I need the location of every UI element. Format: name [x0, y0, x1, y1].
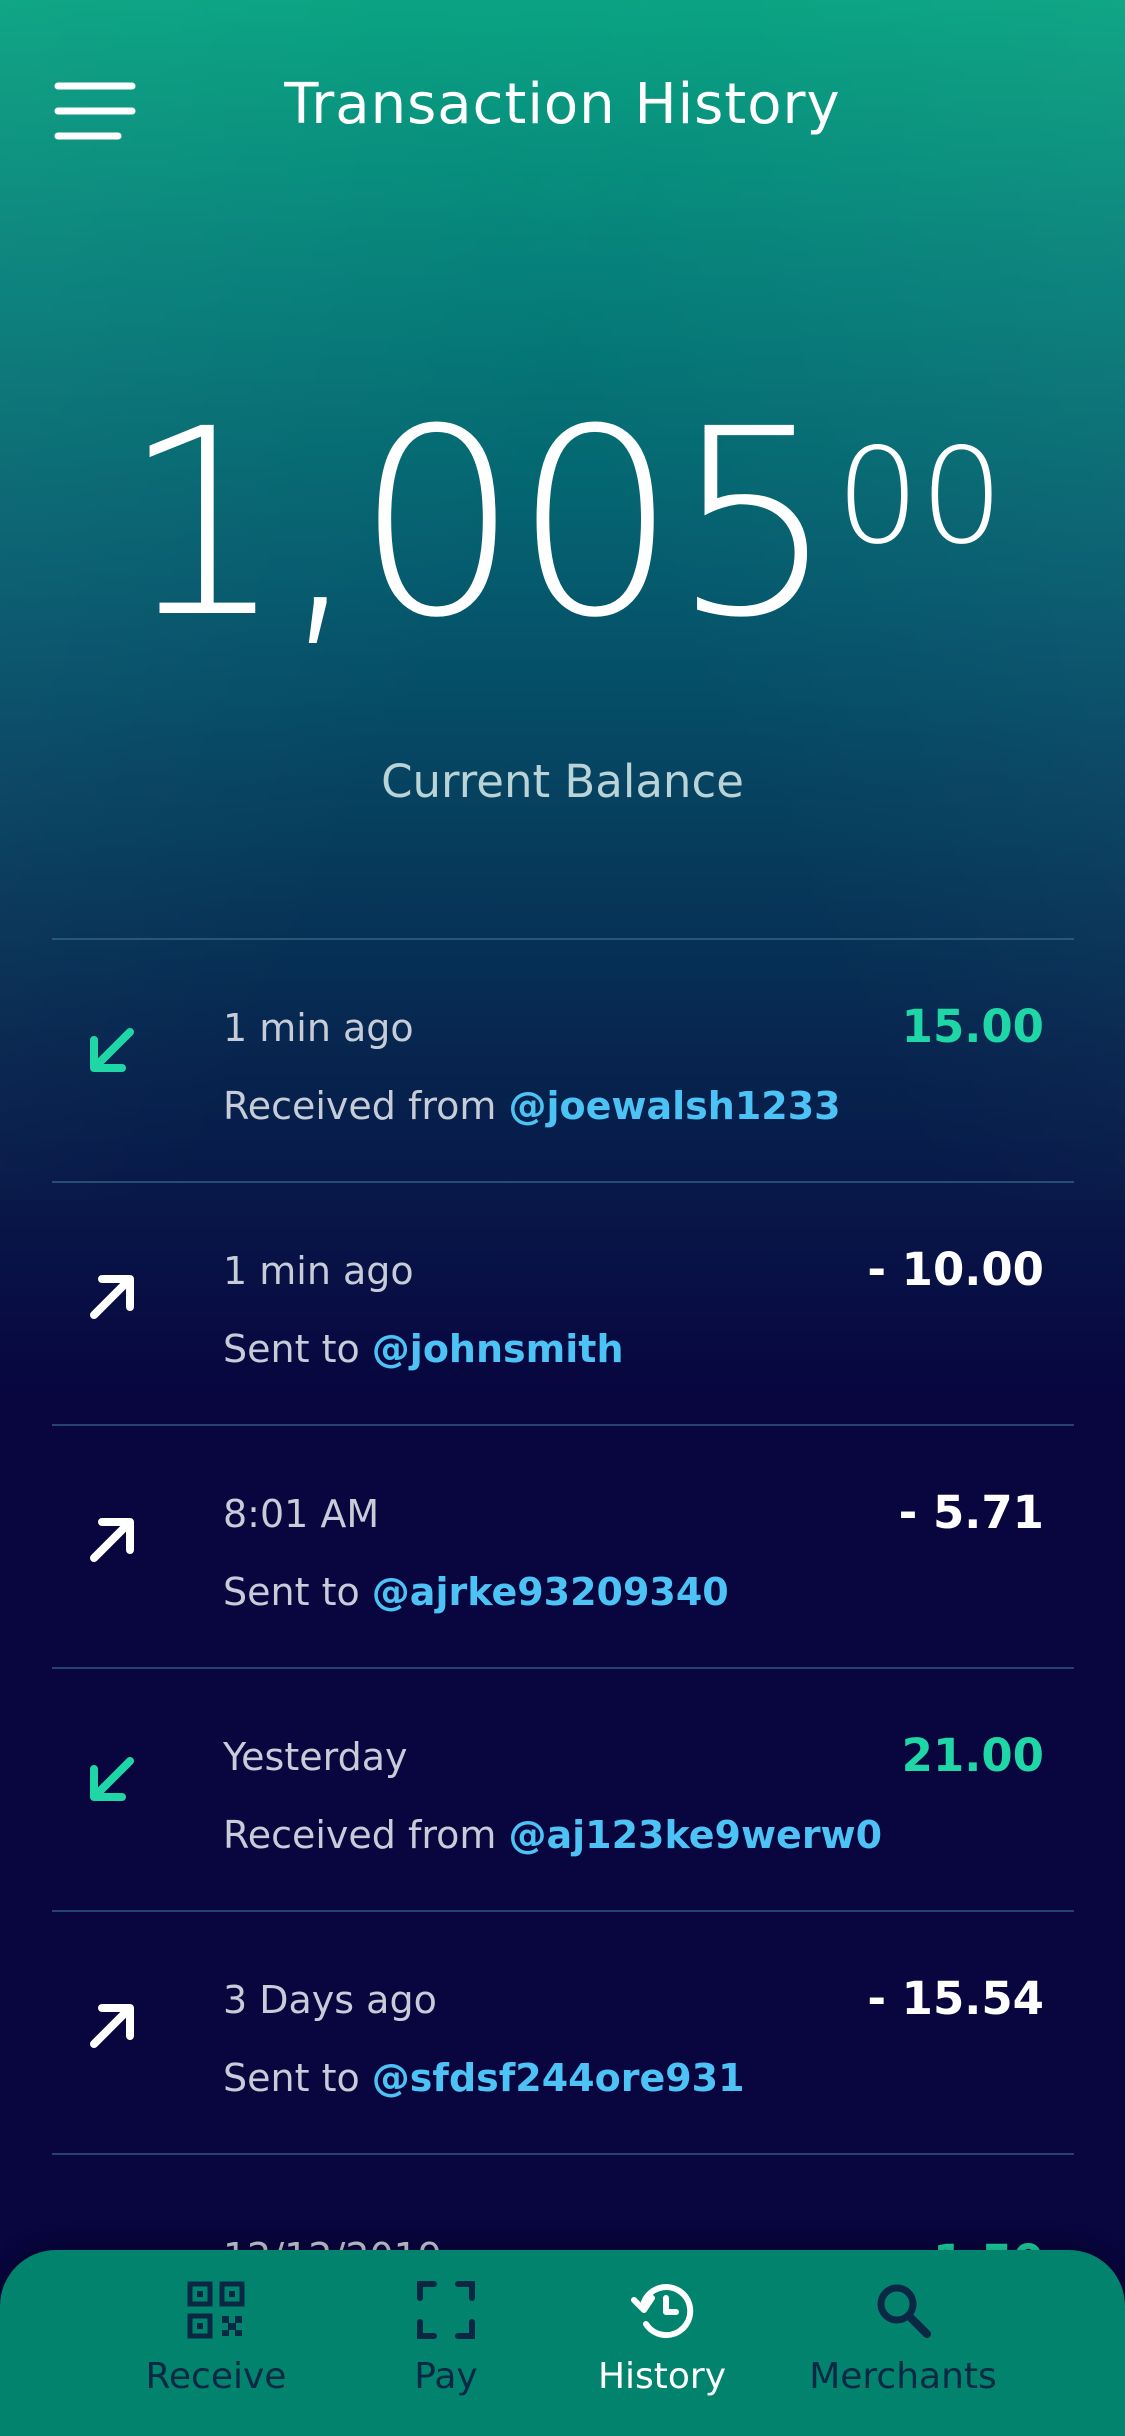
transaction-time: 1 min ago: [223, 1249, 414, 1293]
transaction-handle[interactable]: @aj123ke9werw0: [508, 1813, 882, 1857]
transaction-row[interactable]: 3 Days ago Sent to @sfdsf244ore931 - 15.…: [52, 1912, 1074, 2153]
scan-frame-icon: [417, 2281, 475, 2339]
bottom-tab-bar: Receive Pay History Merchants: [0, 2250, 1125, 2436]
tab-label: Merchants: [809, 2356, 997, 2397]
tab-receive[interactable]: Receive: [86, 2280, 346, 2397]
balance-amount: 1,00500: [0, 395, 1125, 653]
transaction-row[interactable]: 1 min ago Sent to @johnsmith - 10.00: [52, 1183, 1074, 1424]
transaction-list: 1 min ago Received from @joewalsh1233 15…: [52, 938, 1074, 2396]
transaction-time: 3 Days ago: [223, 1978, 437, 2022]
history-clock-icon: [631, 2284, 694, 2339]
arrow-up-right-icon: [80, 1992, 144, 2056]
transaction-row[interactable]: 8:01 AM Sent to @ajrke93209340 - 5.71: [52, 1426, 1074, 1667]
transaction-amount: 21.00: [901, 1729, 1044, 1782]
transaction-description: Received from @joewalsh1233: [223, 1084, 841, 1128]
qr-code-icon: [187, 2281, 245, 2339]
transaction-prefix: Received from: [223, 1813, 509, 1857]
balance-cents: 00: [835, 420, 1004, 574]
arrow-down-left-icon: [80, 1020, 144, 1084]
arrow-up-right-icon: [80, 1506, 144, 1570]
transaction-prefix: Sent to: [223, 2056, 372, 2100]
balance-whole: 1,005: [121, 374, 836, 674]
transaction-handle[interactable]: @ajrke93209340: [372, 1570, 729, 1614]
arrow-up-right-icon: [80, 1263, 144, 1327]
transaction-handle[interactable]: @joewalsh1233: [508, 1084, 840, 1128]
transaction-row[interactable]: Yesterday Received from @aj123ke9werw0 2…: [52, 1669, 1074, 1910]
transaction-time: Yesterday: [223, 1735, 408, 1779]
transaction-handle[interactable]: @sfdsf244ore931: [372, 2056, 745, 2100]
transaction-description: Sent to @johnsmith: [223, 1327, 624, 1371]
transaction-time: 1 min ago: [223, 1006, 414, 1050]
tab-label: Receive: [145, 2356, 287, 2397]
tab-merchants[interactable]: Merchants: [773, 2280, 1033, 2397]
transaction-prefix: Sent to: [223, 1570, 372, 1614]
transaction-prefix: Received from: [223, 1084, 509, 1128]
balance-label: Current Balance: [381, 755, 744, 808]
transaction-amount: - 10.00: [867, 1243, 1044, 1296]
arrow-down-left-icon: [80, 1749, 144, 1813]
transaction-amount: - 5.71: [898, 1486, 1044, 1539]
transaction-prefix: Sent to: [223, 1327, 372, 1371]
transaction-amount: - 15.54: [867, 1972, 1044, 2025]
transaction-amount: 15.00: [901, 1000, 1044, 1053]
transaction-description: Received from @aj123ke9werw0: [223, 1813, 882, 1857]
transaction-time: 8:01 AM: [223, 1492, 380, 1536]
search-icon: [877, 2284, 931, 2338]
transaction-handle[interactable]: @johnsmith: [372, 1327, 624, 1371]
page-title: Transaction History: [284, 72, 841, 137]
tab-history[interactable]: History: [532, 2280, 792, 2397]
transaction-description: Sent to @sfdsf244ore931: [223, 2056, 745, 2100]
transaction-row[interactable]: 1 min ago Received from @joewalsh1233 15…: [52, 940, 1074, 1181]
tab-label: History: [597, 2356, 727, 2397]
transaction-description: Sent to @ajrke93209340: [223, 1570, 729, 1614]
